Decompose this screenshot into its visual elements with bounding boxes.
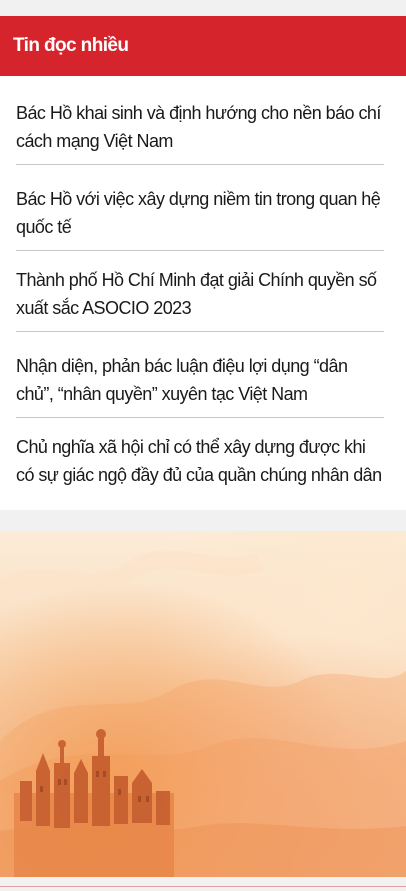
most-read-header: Tin đọc nhiều [0,16,406,76]
bottom-divider [0,886,406,887]
article-link[interactable]: Thành phố Hồ Chí Minh đạt giải Chính quy… [16,251,384,333]
list-item[interactable]: Thành phố Hồ Chí Minh đạt giải Chính quy… [16,251,384,332]
list-item[interactable]: Chủ nghĩa xã hội chỉ có thể xây dựng đượ… [16,418,384,498]
article-link[interactable]: Bác Hồ khai sinh và định hướng cho nền b… [16,76,384,166]
most-read-list: Bác Hồ khai sinh và định hướng cho nền b… [16,76,384,498]
banner-artwork [0,531,406,877]
most-read-title: Tin đọc nhiều [13,35,129,56]
top-spacer [0,0,406,16]
list-item[interactable]: Nhận diện, phản bác luận điệu lợi dụng “… [16,332,384,418]
article-link[interactable]: Nhận diện, phản bác luận điệu lợi dụng “… [16,332,384,419]
promo-banner[interactable] [0,531,406,877]
list-item[interactable]: Bác Hồ với việc xây dựng niềm tin trong … [16,165,384,251]
most-read-panel: Tin đọc nhiều Bác Hồ khai sinh và định h… [0,16,406,510]
list-item[interactable]: Bác Hồ khai sinh và định hướng cho nền b… [16,76,384,165]
article-link[interactable]: Bác Hồ với việc xây dựng niềm tin trong … [16,165,384,252]
article-link[interactable]: Chủ nghĩa xã hội chỉ có thể xây dựng đượ… [16,418,384,500]
page: Tin đọc nhiều Bác Hồ khai sinh và định h… [0,0,406,891]
